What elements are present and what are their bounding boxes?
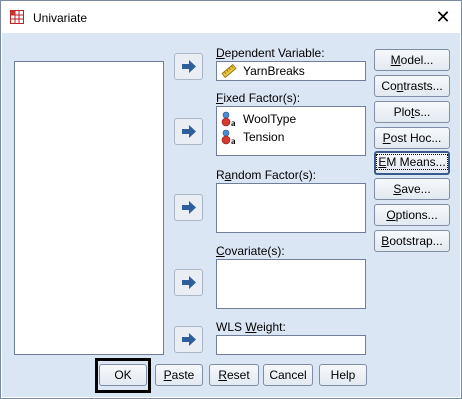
wls-weight-box[interactable] <box>216 335 366 355</box>
random-factors-box[interactable] <box>216 183 366 233</box>
covariates-box[interactable] <box>216 259 366 309</box>
scale-ruler-icon <box>221 64 237 78</box>
random-factors-label: Random Factor(s): <box>216 168 317 182</box>
move-to-dependent-button[interactable] <box>174 53 203 80</box>
close-icon: ✕ <box>435 7 451 27</box>
save-button[interactable]: Save... <box>374 178 450 200</box>
move-to-wls-weight-button[interactable] <box>174 326 203 353</box>
source-variable-list[interactable] <box>14 61 164 355</box>
dependent-variable-label: Dependent Variable: <box>216 46 325 60</box>
reset-button[interactable]: Reset <box>209 364 259 386</box>
options-button[interactable]: Options... <box>374 204 450 226</box>
cancel-button[interactable]: Cancel <box>263 364 313 386</box>
right-arrow-icon <box>182 201 196 214</box>
post-hoc-button[interactable]: Post Hoc... <box>374 127 450 149</box>
dialog-body: Dependent Variable: YarnBreaks Fixed Fac… <box>2 33 460 397</box>
dependent-variable-box[interactable]: YarnBreaks <box>216 61 366 81</box>
move-to-fixed-factor-button[interactable] <box>174 118 203 145</box>
help-button[interactable]: Help <box>319 364 367 386</box>
right-arrow-icon <box>182 333 196 346</box>
move-to-covariate-button[interactable] <box>174 269 203 296</box>
univariate-dialog: Univariate ✕ Dependent Variable: YarnBre… <box>0 0 462 399</box>
right-arrow-icon <box>182 276 196 289</box>
right-arrow-icon <box>182 125 196 138</box>
paste-button[interactable]: Paste <box>155 364 203 386</box>
svg-text:a: a <box>231 118 236 127</box>
plots-button[interactable]: Plots... <box>374 101 450 123</box>
window-title: Univariate <box>33 11 88 25</box>
wls-weight-label: WLS Weight: <box>216 320 286 334</box>
nominal-variable-icon: a <box>221 111 236 127</box>
title-bar[interactable]: Univariate ✕ <box>1 1 461 33</box>
fixed-factors-box[interactable]: a WoolType a Tension <box>216 106 366 156</box>
contrasts-button[interactable]: Contrasts... <box>374 75 450 97</box>
right-arrow-icon <box>182 60 196 73</box>
spss-app-icon <box>10 10 24 24</box>
fixed-factors-label: Fixed Factor(s): <box>216 91 301 105</box>
em-means-button[interactable]: EM Means... <box>374 151 450 175</box>
ok-button[interactable]: OK <box>99 364 147 386</box>
model-button[interactable]: Model... <box>374 49 450 71</box>
svg-text:a: a <box>231 136 236 145</box>
covariates-label: Covariate(s): <box>216 244 285 258</box>
nominal-variable-icon: a <box>221 129 236 145</box>
move-to-random-factor-button[interactable] <box>174 194 203 221</box>
bootstrap-button[interactable]: Bootstrap... <box>374 230 450 252</box>
close-button[interactable]: ✕ <box>431 6 455 28</box>
